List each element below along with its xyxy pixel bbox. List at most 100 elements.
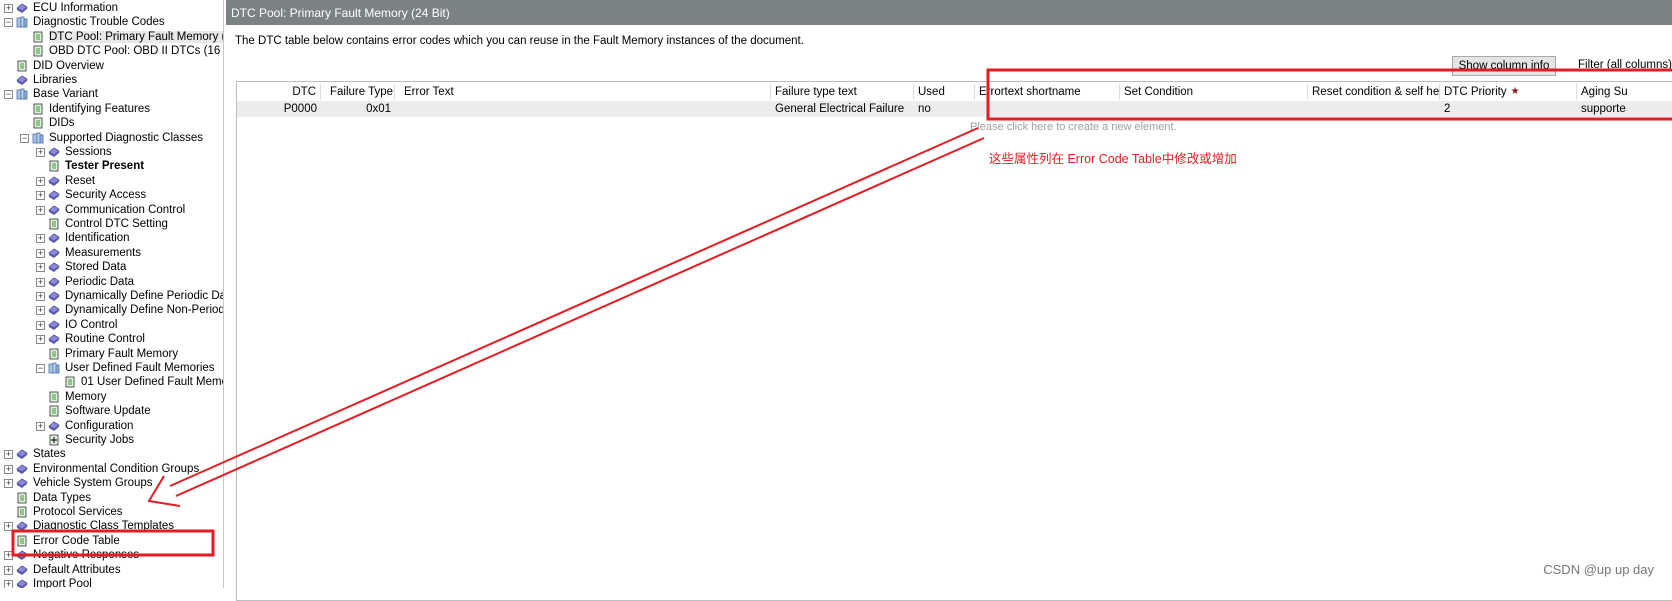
expand-icon[interactable]: + (4, 450, 13, 460)
expand-icon[interactable]: + (36, 277, 45, 287)
expand-icon[interactable]: + (4, 464, 13, 474)
tree-item[interactable]: Security Jobs (0, 433, 223, 448)
tree-item[interactable]: Libraries (0, 73, 223, 88)
tree-item[interactable]: − User Defined Fault Memories (0, 361, 223, 376)
tree-item[interactable]: + Negative Responses (0, 548, 223, 563)
tree-item-label: User Defined Fault Memories (65, 362, 215, 374)
table-cell[interactable]: 0x01 (326, 101, 395, 117)
tree-item[interactable]: + IO Control (0, 318, 223, 333)
tree-item[interactable]: OBD DTC Pool: OBD II DTCs (16 Bit) (0, 44, 223, 59)
column-header-label: Error Text (404, 86, 454, 98)
filter-label: Filter (all columns): (1578, 59, 1672, 71)
expand-icon[interactable]: + (4, 4, 13, 13)
expand-icon[interactable]: + (36, 421, 45, 431)
column-header[interactable]: Set Condition (1120, 84, 1308, 100)
tree-item[interactable]: + Dynamically Define Non-Periodic (0, 303, 223, 318)
tree-item[interactable]: + Sessions (0, 145, 223, 160)
tree-item[interactable]: + Dynamically Define Periodic Data (0, 289, 223, 304)
table-cell[interactable]: P0000 (237, 101, 321, 117)
tree-item[interactable]: + Communication Control (0, 203, 223, 218)
expand-icon[interactable]: + (36, 306, 45, 316)
tree-item[interactable]: − Supported Diagnostic Classes (0, 131, 223, 146)
column-header[interactable]: Error Text (400, 84, 771, 100)
tree-item[interactable]: + ECU Information (0, 1, 223, 16)
expand-icon[interactable]: + (4, 580, 13, 588)
table-cell[interactable] (975, 101, 1120, 117)
tree-item[interactable]: + States (0, 447, 223, 462)
expand-icon[interactable]: + (36, 335, 45, 345)
expand-icon[interactable]: + (4, 522, 13, 532)
expand-icon[interactable]: + (36, 248, 45, 258)
tree-item[interactable]: Identifying Features (0, 102, 223, 117)
tree-item[interactable]: + Routine Control (0, 332, 223, 347)
table-cell[interactable] (400, 101, 771, 117)
expand-icon[interactable]: + (36, 234, 45, 244)
tree-item[interactable]: Primary Fault Memory (0, 347, 223, 362)
dtc-table[interactable]: DTC Failure Type Error Text Failure type te… (236, 81, 1672, 601)
expand-icon[interactable]: + (36, 176, 45, 186)
collapse-icon[interactable]: − (4, 18, 13, 28)
collapse-icon[interactable]: − (4, 90, 13, 100)
tree-item[interactable]: − Base Variant (0, 87, 223, 102)
tree-item[interactable]: + Periodic Data (0, 275, 223, 290)
tree-item[interactable]: Memory (0, 390, 223, 405)
tree-item[interactable]: 01 User Defined Fault Memory (0, 375, 223, 390)
expand-icon[interactable]: + (4, 565, 13, 575)
column-header-label: Errortext shortname (979, 86, 1081, 98)
tree-item[interactable]: + Environmental Condition Groups (0, 462, 223, 477)
table-cell[interactable] (1308, 101, 1440, 117)
tree-item[interactable]: DID Overview (0, 59, 223, 74)
expand-icon[interactable]: + (36, 320, 45, 330)
column-header-label: Failure Type (330, 86, 394, 98)
tree-item[interactable]: Tester Present (0, 159, 223, 174)
tree-item[interactable]: Software Update (0, 404, 223, 419)
create-new-element-link[interactable]: Please click here to create a new elemen… (970, 121, 1177, 133)
expand-icon[interactable]: + (36, 191, 45, 201)
table-cell[interactable]: General Electrical Failure (771, 101, 914, 117)
show-column-info-button[interactable]: Show column info (1452, 56, 1556, 76)
tree-item[interactable]: DTC Pool: Primary Fault Memory (24 Bit) (0, 30, 223, 45)
navigation-tree[interactable]: + ECU Information − Diagnostic Trouble Code… (0, 0, 224, 588)
column-header[interactable]: DTC (237, 84, 321, 100)
column-header[interactable]: Failure type text (771, 84, 914, 100)
book-icon (48, 189, 60, 201)
tree-item[interactable]: + Measurements (0, 246, 223, 261)
tree-item[interactable]: + Configuration (0, 419, 223, 434)
tree-item[interactable]: + Stored Data (0, 260, 223, 275)
column-header[interactable]: Errortext shortname (975, 84, 1120, 100)
table-cell[interactable]: 2 (1440, 101, 1577, 117)
tree-item[interactable]: Protocol Services (0, 505, 223, 520)
tree-item[interactable]: Data Types (0, 491, 223, 506)
expand-icon[interactable]: + (4, 551, 13, 561)
expand-icon[interactable]: + (4, 479, 13, 489)
column-header[interactable]: DTC Priority ★ (1440, 84, 1577, 100)
tree-item[interactable]: + Security Access (0, 188, 223, 203)
tree-item[interactable]: Control DTC Setting (0, 217, 223, 232)
column-header[interactable]: Aging Su (1577, 84, 1672, 100)
tree-item[interactable]: + Default Attributes (0, 563, 223, 578)
column-header[interactable]: Used (914, 84, 975, 100)
expand-icon[interactable]: + (36, 292, 45, 301)
tree-item-label: Negative Responses (33, 549, 140, 562)
table-cell[interactable]: no (914, 101, 975, 117)
collapse-icon[interactable]: − (20, 133, 29, 143)
table-cell[interactable]: supporte (1577, 101, 1672, 117)
tree-item[interactable]: + Import Pool (0, 577, 223, 588)
tree-item[interactable]: + Reset (0, 174, 223, 189)
collapse-icon[interactable]: − (36, 364, 45, 373)
column-header[interactable]: Reset condition & self heal... (1308, 84, 1440, 100)
tree-item[interactable]: − Diagnostic Trouble Codes (0, 15, 223, 30)
expand-icon[interactable]: + (36, 205, 45, 215)
table-row[interactable]: P0000 0x01 General Electrical Failure no 2 su… (237, 101, 1672, 117)
annotation-note: 这些属性列在 Error Code Table中修改或增加 (989, 152, 1237, 166)
column-header[interactable]: Failure Type (326, 84, 395, 100)
table-cell[interactable] (1120, 101, 1308, 117)
tree-item[interactable]: + Vehicle System Groups (0, 476, 223, 491)
tree-item[interactable]: Error Code Table (0, 534, 223, 549)
expand-icon[interactable]: + (36, 263, 45, 273)
tree-item[interactable]: DIDs (0, 116, 223, 131)
expand-icon[interactable]: + (36, 148, 45, 157)
tree-item[interactable]: + Diagnostic Class Templates (0, 519, 223, 534)
tree-item[interactable]: + Identification (0, 231, 223, 246)
page-icon (16, 492, 28, 504)
